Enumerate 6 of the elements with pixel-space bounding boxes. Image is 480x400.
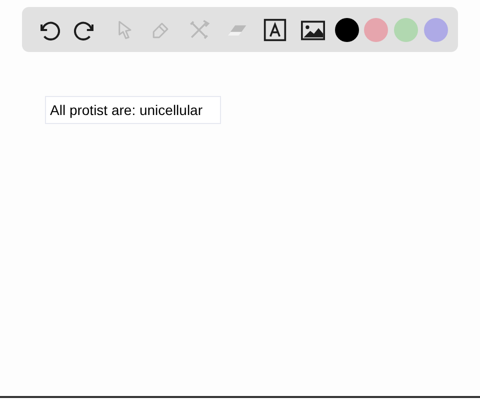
text-field[interactable]: All protist are: unicellular [45, 96, 221, 124]
color-swatch[interactable] [364, 18, 388, 42]
color-swatch[interactable] [334, 18, 358, 42]
text-icon [262, 16, 287, 42]
color-swatch[interactable] [424, 18, 448, 42]
color-swatch[interactable] [394, 18, 418, 42]
